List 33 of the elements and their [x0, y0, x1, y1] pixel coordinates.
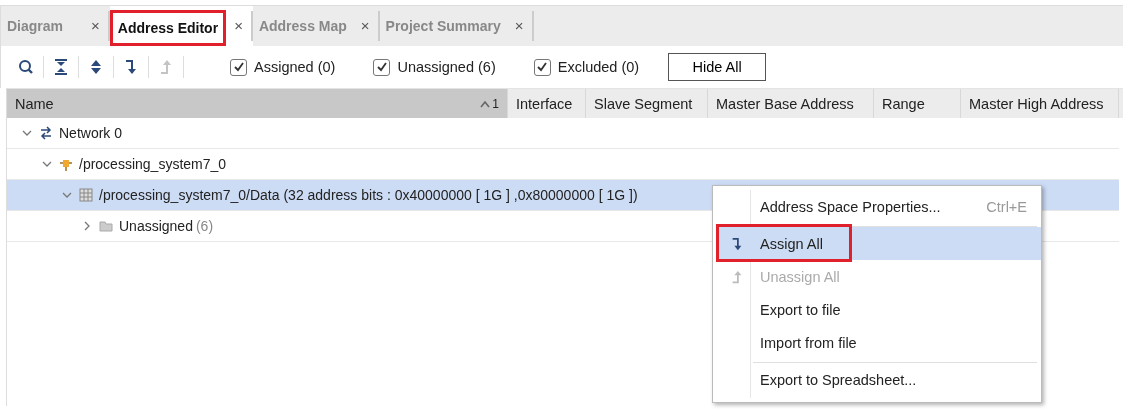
checkbox[interactable] [533, 58, 551, 76]
column-header[interactable]: Interface [508, 89, 586, 118]
close-icon[interactable]: × [83, 6, 108, 46]
hide-all-button[interactable]: Hide All [668, 53, 767, 81]
checkbox[interactable] [373, 58, 391, 76]
folder-icon [99, 219, 113, 233]
menu-item[interactable]: Export to file [717, 293, 1041, 326]
filter-label: Unassigned (6) [397, 59, 496, 75]
filter-label: Excluded (0) [557, 59, 640, 75]
close-icon[interactable]: × [352, 6, 378, 46]
count-label: (6) [195, 218, 214, 234]
menu-item[interactable]: Export to Spreadsheet... [717, 363, 1041, 396]
checkbox[interactable] [230, 58, 247, 76]
tree-label: Unassigned [119, 218, 193, 234]
tree-label: /processing_system7_0/Data (32 address bits : 0x40000000 [ 1G ] ,0x80000000 [ 1G ]) [99, 187, 638, 203]
column-header[interactable]: Range [874, 89, 961, 118]
menu-item[interactable]: Assign All [717, 227, 1041, 260]
tree-label: /processing_system7_0 [79, 156, 227, 172]
sort-ascending-icon [480, 99, 491, 108]
column-header[interactable]: Name 1 [7, 89, 508, 118]
column-header[interactable]: Slave Segment [586, 89, 708, 118]
down-arrow-icon [730, 235, 744, 252]
tree-label: Network 0 [59, 125, 123, 141]
up-arrow-icon [730, 268, 744, 285]
column-header[interactable]: Master High Address [961, 89, 1119, 118]
network-icon [39, 126, 53, 140]
grid-icon [79, 188, 93, 202]
tree-row[interactable]: Network 0 [7, 118, 1119, 149]
filter-label: Assigned (0) [254, 59, 336, 75]
chip-icon [59, 157, 73, 171]
tab[interactable]: Address Editor [109, 9, 227, 46]
column-header[interactable]: Master Base Address [708, 89, 874, 118]
close-icon[interactable]: × [506, 6, 532, 46]
